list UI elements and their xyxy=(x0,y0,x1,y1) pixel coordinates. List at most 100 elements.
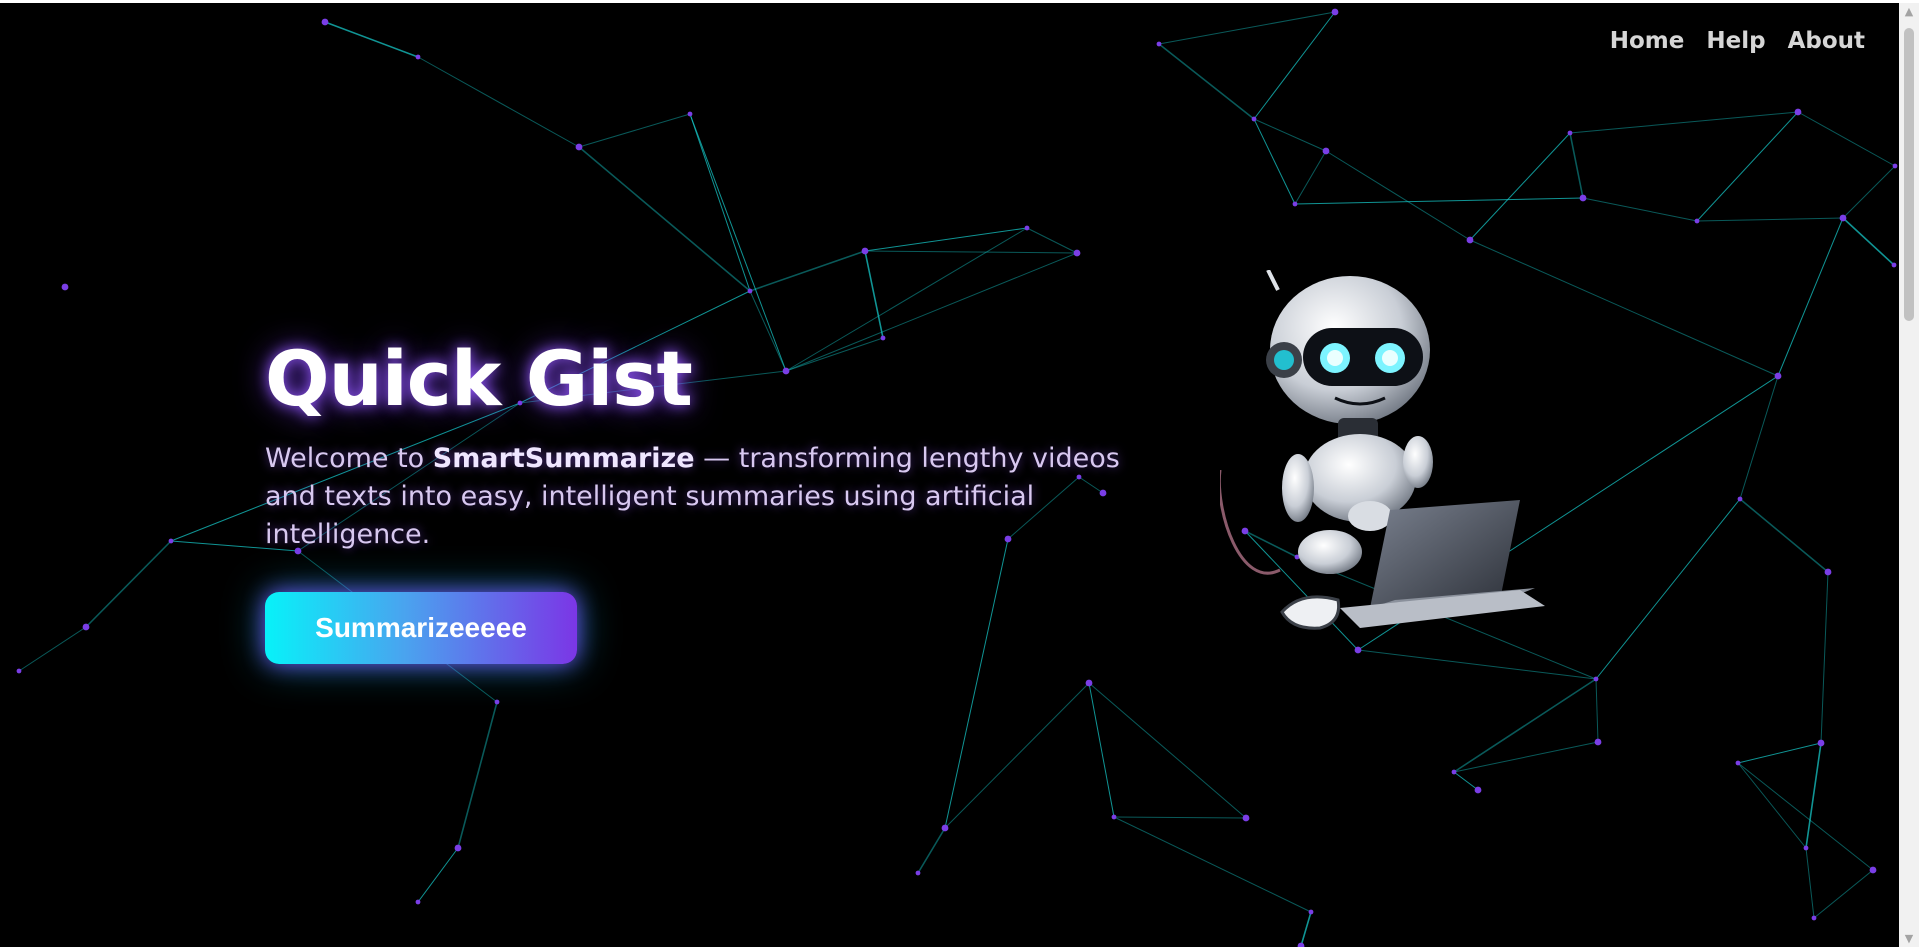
network-node xyxy=(415,54,421,60)
network-line xyxy=(457,701,498,849)
network-node xyxy=(454,844,462,852)
network-line xyxy=(1294,150,1327,205)
network-line xyxy=(578,146,751,292)
network-node xyxy=(1579,194,1587,202)
nav-about-link[interactable]: About xyxy=(1788,28,1865,54)
network-node xyxy=(1869,866,1877,874)
network-line xyxy=(1805,847,1815,919)
network-line xyxy=(1842,217,1895,266)
network-node xyxy=(687,111,693,117)
scroll-up-arrow-icon[interactable]: ▲ xyxy=(1899,3,1919,20)
page-title: Quick Gist xyxy=(265,334,693,423)
network-node xyxy=(82,623,90,631)
network-node xyxy=(747,288,753,294)
network-line xyxy=(18,626,87,672)
network-line xyxy=(1582,197,1698,222)
network-line xyxy=(1253,118,1296,205)
network-line xyxy=(1113,816,1247,819)
network-line xyxy=(1569,111,1799,134)
network-node xyxy=(1803,845,1809,851)
network-node xyxy=(1811,915,1817,921)
network-node xyxy=(168,538,174,544)
network-line xyxy=(1158,11,1336,45)
network-line xyxy=(864,250,1078,254)
network-node xyxy=(1073,249,1081,257)
network-line xyxy=(1813,869,1874,919)
network-line xyxy=(1737,742,1822,764)
network-line xyxy=(1820,571,1829,744)
network-line xyxy=(1294,197,1584,205)
top-nav: Home Help About xyxy=(1610,28,1865,54)
network-node xyxy=(16,668,22,674)
scrollbar-thumb[interactable] xyxy=(1904,28,1914,321)
network-node xyxy=(1085,679,1093,687)
network-line xyxy=(1737,762,1874,871)
network-line xyxy=(1842,165,1896,219)
brand-name: SmartSummarize xyxy=(432,443,695,474)
network-line xyxy=(1253,11,1336,120)
network-node xyxy=(1737,496,1743,502)
network-node xyxy=(941,824,949,832)
network-line xyxy=(1453,678,1597,773)
network-line xyxy=(1777,217,1844,377)
network-line xyxy=(1696,217,1844,222)
network-line xyxy=(417,847,459,903)
hero-tagline: Welcome to SmartSummarize — transforming… xyxy=(265,440,1145,554)
hero-section: Quick Gist Welcome to SmartSummarize — t… xyxy=(265,335,1145,664)
network-line xyxy=(1088,682,1115,818)
network-node xyxy=(1694,218,1700,224)
vertical-scrollbar[interactable]: ▲ ▼ xyxy=(1899,3,1919,947)
network-node xyxy=(1451,769,1457,775)
network-line xyxy=(689,113,751,292)
network-node xyxy=(1839,214,1847,222)
network-line xyxy=(1113,816,1312,913)
network-line xyxy=(1569,132,1584,199)
network-line xyxy=(944,682,1090,829)
network-line xyxy=(1737,762,1807,849)
network-line xyxy=(1696,111,1799,222)
nav-home-link[interactable]: Home xyxy=(1610,28,1685,54)
network-line xyxy=(864,227,1028,252)
network-node xyxy=(861,247,869,255)
network-line xyxy=(1469,132,1571,241)
network-node xyxy=(1024,225,1030,231)
network-node xyxy=(321,18,329,26)
network-node xyxy=(415,899,421,905)
network-line xyxy=(749,250,866,292)
scroll-down-arrow-icon[interactable]: ▼ xyxy=(1899,930,1919,947)
network-line xyxy=(1158,43,1255,120)
network-line xyxy=(1739,375,1779,500)
network-node xyxy=(575,143,583,151)
network-node xyxy=(1891,262,1897,268)
network-line xyxy=(1805,742,1822,849)
network-node xyxy=(1251,116,1257,122)
network-node xyxy=(1794,108,1802,116)
network-node xyxy=(494,699,500,705)
network-node xyxy=(1308,909,1314,915)
summarize-button[interactable]: Summarizeeeee xyxy=(265,592,577,664)
network-line xyxy=(1739,498,1829,573)
network-node xyxy=(1474,786,1482,794)
network-line xyxy=(1088,682,1247,819)
network-line xyxy=(85,540,172,628)
network-line xyxy=(689,113,787,372)
network-node xyxy=(1892,163,1898,169)
network-node xyxy=(1567,130,1573,136)
network-line xyxy=(1595,678,1599,743)
network-line xyxy=(864,250,884,339)
network-node xyxy=(915,870,921,876)
tagline-prefix: Welcome to xyxy=(265,443,433,474)
network-line xyxy=(1253,118,1327,152)
network-line xyxy=(1026,227,1078,254)
network-line xyxy=(417,56,580,148)
network-node xyxy=(61,283,69,291)
network-node xyxy=(1735,760,1741,766)
network-line xyxy=(1453,771,1479,791)
network-line xyxy=(1325,150,1471,241)
network-line xyxy=(1300,911,1312,947)
network-node xyxy=(1817,739,1825,747)
robot-laptop-illustration xyxy=(1220,270,1545,630)
network-node xyxy=(1331,8,1339,16)
network-node xyxy=(1322,147,1330,155)
nav-help-link[interactable]: Help xyxy=(1706,28,1765,54)
